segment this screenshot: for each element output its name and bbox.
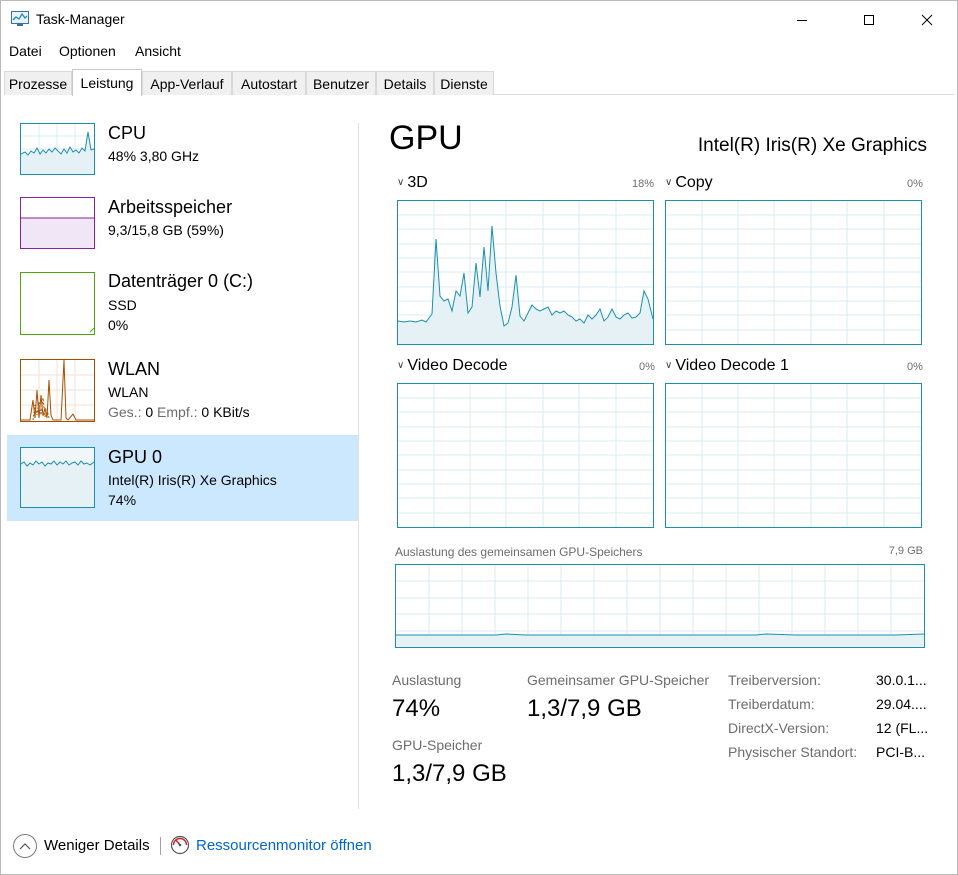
gpu-usage-sub: 74% <box>108 492 137 508</box>
maximize-button[interactable] <box>846 1 892 39</box>
disk-usage: 0% <box>108 317 129 333</box>
footer-separator <box>160 837 161 855</box>
sidebar-item-datentraeger[interactable]: Datenträger 0 (C:) SSD 0% <box>7 263 358 349</box>
menu-datei[interactable]: Datei <box>9 43 42 59</box>
physical-location-value: PCI-B... <box>876 744 926 760</box>
driver-date-value: 29.04.... <box>876 696 927 712</box>
tab-app-verlauf[interactable]: App-Verlauf <box>142 71 232 95</box>
tab-benutzer[interactable]: Benutzer <box>306 71 376 95</box>
fewer-details-label[interactable]: Weniger Details <box>44 837 150 854</box>
engine-copy-label: Copy <box>675 174 713 191</box>
driver-version-label: Treiberversion: <box>728 672 821 688</box>
cpu-usage: 48% 3,80 GHz <box>108 148 200 164</box>
chevron-up-icon <box>19 843 31 850</box>
task-manager-window: Task-Manager Datei Optionen Ansicht Proz… <box>0 0 958 875</box>
resource-monitor-icon[interactable] <box>170 835 190 855</box>
memory-name: Arbeitsspeicher <box>108 197 233 217</box>
wlan-name: WLAN <box>108 359 161 379</box>
cpu-thumbnail <box>20 123 95 175</box>
tab-bar: Prozesse Leistung App-Verlauf Autostart … <box>4 69 954 96</box>
gpu-memory-label: GPU-Speicher <box>392 737 483 753</box>
title-bar: Task-Manager <box>1 1 957 39</box>
engine-video-decode-1-label: Video Decode 1 <box>675 357 789 374</box>
gpu-model-name: Intel(R) Iris(R) Xe Graphics <box>697 135 927 156</box>
engine-video-decode-label: Video Decode <box>407 357 508 374</box>
engine-3d-percent: 18% <box>632 178 655 190</box>
disk-name: Datenträger 0 (C:) <box>108 271 254 291</box>
wlan-thumbnail <box>20 359 95 422</box>
gpu-model-sub: Intel(R) Iris(R) Xe Graphics <box>108 472 277 488</box>
directx-version-label: DirectX-Version: <box>728 720 830 736</box>
maximize-icon <box>864 15 874 25</box>
engine-copy-percent: 0% <box>907 178 923 190</box>
window-title: Task-Manager <box>36 11 125 27</box>
menu-ansicht[interactable]: Ansicht <box>135 43 181 59</box>
fewer-details-button[interactable] <box>13 834 37 858</box>
tab-dienste[interactable]: Dienste <box>434 71 494 95</box>
sidebar-item-arbeitsspeicher[interactable]: Arbeitsspeicher 9,3/15,8 GB (59%) <box>7 189 358 261</box>
engine-video-decode-selector[interactable]: ∨ Video Decode <box>397 357 508 375</box>
driver-version-value: 30.0.1... <box>876 672 927 688</box>
sidebar-divider <box>358 123 359 809</box>
engine-copy-graph <box>665 200 922 345</box>
engine-video-decode-1-percent: 0% <box>907 361 923 373</box>
engine-video-decode-graph <box>397 383 654 528</box>
close-button[interactable] <box>904 1 950 39</box>
engine-video-decode-1-graph <box>665 383 922 528</box>
resource-monitor-link[interactable]: Ressourcenmonitor öffnen <box>196 837 372 854</box>
shared-memory-graph-label: Auslastung des gemeinsamen GPU-Speichers <box>395 545 643 559</box>
wlan-recv-value: 0 KBit/s <box>201 404 250 420</box>
memory-thumbnail <box>20 197 95 249</box>
sidebar-item-gpu0[interactable]: GPU 0 Intel(R) Iris(R) Xe Graphics 74% <box>7 435 358 521</box>
shared-memory-graph <box>395 564 925 648</box>
tab-leistung[interactable]: Leistung <box>72 69 142 96</box>
disk-type: SSD <box>108 297 137 313</box>
tab-prozesse[interactable]: Prozesse <box>4 71 72 95</box>
minimize-button[interactable] <box>779 1 825 39</box>
gpu-name: GPU 0 <box>108 447 163 467</box>
utilization-label: Auslastung <box>392 672 462 688</box>
shared-gpu-memory-label: Gemeinsamer GPU-Speicher <box>527 672 710 688</box>
utilization-value: 74% <box>392 695 441 722</box>
wlan-recv-label: Empf.: <box>157 404 198 420</box>
chevron-down-icon: ∨ <box>665 177 673 188</box>
engine-copy-selector[interactable]: ∨ Copy <box>665 174 713 192</box>
menu-bar: Datei Optionen Ansicht <box>1 41 957 63</box>
task-manager-icon <box>11 11 29 26</box>
engine-3d-label: 3D <box>407 174 428 191</box>
wlan-adapter: WLAN <box>108 384 149 400</box>
wlan-send-label: Ges.: <box>108 404 142 420</box>
memory-usage: 9,3/15,8 GB (59%) <box>108 222 224 238</box>
wlan-send-value: 0 <box>145 404 154 420</box>
directx-version-value: 12 (FL... <box>876 720 929 736</box>
engine-3d-selector[interactable]: ∨ 3D <box>397 174 428 192</box>
tab-autostart[interactable]: Autostart <box>232 71 306 95</box>
chevron-down-icon: ∨ <box>397 360 405 371</box>
chevron-down-icon: ∨ <box>665 360 673 371</box>
gpu-thumbnail <box>20 447 95 508</box>
gpu-memory-value: 1,3/7,9 GB <box>392 760 507 787</box>
sidebar-item-wlan[interactable]: WLAN WLAN Ges.: 0 Empf.: 0 KBit/s <box>7 349 358 433</box>
close-icon <box>921 14 933 26</box>
menu-optionen[interactable]: Optionen <box>59 43 116 59</box>
engine-video-decode-1-selector[interactable]: ∨ Video Decode 1 <box>665 357 789 375</box>
cpu-name: CPU <box>108 123 147 143</box>
page-title: GPU <box>389 119 463 157</box>
chevron-down-icon: ∨ <box>397 177 405 188</box>
physical-location-label: Physischer Standort: <box>728 744 858 760</box>
engine-3d-graph <box>397 200 654 345</box>
minimize-icon <box>797 20 807 21</box>
tab-details[interactable]: Details <box>376 71 434 95</box>
shared-gpu-memory-value: 1,3/7,9 GB <box>527 695 642 722</box>
driver-date-label: Treiberdatum: <box>728 696 815 712</box>
engine-video-decode-percent: 0% <box>639 361 655 373</box>
shared-memory-graph-max: 7,9 GB <box>888 545 923 557</box>
wlan-throughput: Ges.: 0 Empf.: 0 KBit/s <box>108 404 250 420</box>
disk-thumbnail <box>20 272 95 335</box>
sidebar-item-cpu[interactable]: CPU 48% 3,80 GHz <box>7 115 358 187</box>
